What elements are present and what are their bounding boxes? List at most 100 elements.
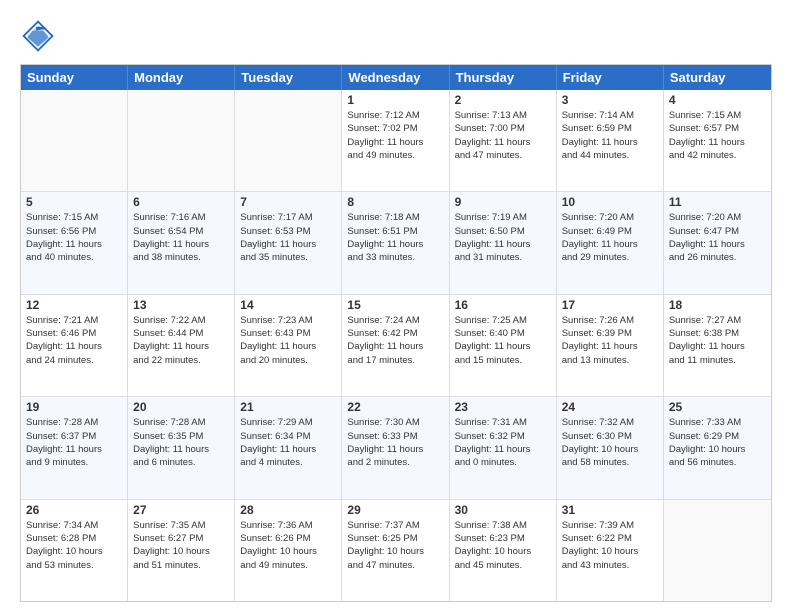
day-info: Sunrise: 7:22 AM Sunset: 6:44 PM Dayligh… [133, 314, 229, 367]
week-row-1: 1 Sunrise: 7:12 AM Sunset: 7:02 PM Daylig… [21, 90, 771, 191]
day-info: Sunrise: 7:32 AM Sunset: 6:30 PM Dayligh… [562, 416, 658, 469]
day-cell: 24 Sunrise: 7:32 AM Sunset: 6:30 PM Dayli… [557, 397, 664, 498]
day-number: 14 [240, 298, 336, 312]
week-row-4: 19 Sunrise: 7:28 AM Sunset: 6:37 PM Dayli… [21, 396, 771, 498]
calendar-weeks: 1 Sunrise: 7:12 AM Sunset: 7:02 PM Daylig… [21, 90, 771, 601]
calendar-grid: SundayMondayTuesdayWednesdayThursdayFrid… [20, 64, 772, 602]
day-number: 18 [669, 298, 766, 312]
day-info: Sunrise: 7:37 AM Sunset: 6:25 PM Dayligh… [347, 519, 443, 572]
day-header-friday: Friday [557, 65, 664, 90]
day-number: 25 [669, 400, 766, 414]
day-info: Sunrise: 7:34 AM Sunset: 6:28 PM Dayligh… [26, 519, 122, 572]
day-info: Sunrise: 7:18 AM Sunset: 6:51 PM Dayligh… [347, 211, 443, 264]
day-cell: 6 Sunrise: 7:16 AM Sunset: 6:54 PM Daylig… [128, 192, 235, 293]
day-info: Sunrise: 7:21 AM Sunset: 6:46 PM Dayligh… [26, 314, 122, 367]
day-number: 13 [133, 298, 229, 312]
day-info: Sunrise: 7:26 AM Sunset: 6:39 PM Dayligh… [562, 314, 658, 367]
day-cell: 8 Sunrise: 7:18 AM Sunset: 6:51 PM Daylig… [342, 192, 449, 293]
day-cell: 16Sunrise: 7:25 AM Sunset: 6:40 PM Dayli… [450, 295, 557, 396]
day-cell: 26 Sunrise: 7:34 AM Sunset: 6:28 PM Dayli… [21, 500, 128, 601]
day-cell: 7Sunrise: 7:17 AM Sunset: 6:53 PM Daylig… [235, 192, 342, 293]
day-cell: 13 Sunrise: 7:22 AM Sunset: 6:44 PM Dayli… [128, 295, 235, 396]
day-info: Sunrise: 7:20 AM Sunset: 6:47 PM Dayligh… [669, 211, 766, 264]
day-number: 19 [26, 400, 122, 414]
day-number: 5 [26, 195, 122, 209]
day-cell: 23Sunrise: 7:31 AM Sunset: 6:32 PM Dayli… [450, 397, 557, 498]
day-info: Sunrise: 7:12 AM Sunset: 7:02 PM Dayligh… [347, 109, 443, 162]
day-number: 3 [562, 93, 658, 107]
day-cell: 11 Sunrise: 7:20 AM Sunset: 6:47 PM Dayli… [664, 192, 771, 293]
day-cell: 30 Sunrise: 7:38 AM Sunset: 6:23 PM Dayli… [450, 500, 557, 601]
day-number: 12 [26, 298, 122, 312]
calendar-page: SundayMondayTuesdayWednesdayThursdayFrid… [0, 0, 792, 612]
day-cell: 31 Sunrise: 7:39 AM Sunset: 6:22 PM Dayli… [557, 500, 664, 601]
week-row-2: 5 Sunrise: 7:15 AM Sunset: 6:56 PM Daylig… [21, 191, 771, 293]
day-header-tuesday: Tuesday [235, 65, 342, 90]
day-cell: 27Sunrise: 7:35 AM Sunset: 6:27 PM Dayli… [128, 500, 235, 601]
day-cell: 2Sunrise: 7:13 AM Sunset: 7:00 PM Daylig… [450, 90, 557, 191]
day-cell [21, 90, 128, 191]
day-info: Sunrise: 7:27 AM Sunset: 6:38 PM Dayligh… [669, 314, 766, 367]
day-info: Sunrise: 7:20 AM Sunset: 6:49 PM Dayligh… [562, 211, 658, 264]
day-info: Sunrise: 7:29 AM Sunset: 6:34 PM Dayligh… [240, 416, 336, 469]
day-header-monday: Monday [128, 65, 235, 90]
day-number: 6 [133, 195, 229, 209]
day-header-saturday: Saturday [664, 65, 771, 90]
day-info: Sunrise: 7:39 AM Sunset: 6:22 PM Dayligh… [562, 519, 658, 572]
week-row-3: 12 Sunrise: 7:21 AM Sunset: 6:46 PM Dayli… [21, 294, 771, 396]
day-cell: 1 Sunrise: 7:12 AM Sunset: 7:02 PM Daylig… [342, 90, 449, 191]
day-cell: 19 Sunrise: 7:28 AM Sunset: 6:37 PM Dayli… [21, 397, 128, 498]
page-header [20, 18, 772, 54]
day-info: Sunrise: 7:15 AM Sunset: 6:57 PM Dayligh… [669, 109, 766, 162]
day-info: Sunrise: 7:14 AM Sunset: 6:59 PM Dayligh… [562, 109, 658, 162]
day-cell: 22Sunrise: 7:30 AM Sunset: 6:33 PM Dayli… [342, 397, 449, 498]
day-number: 1 [347, 93, 443, 107]
day-cell: 5 Sunrise: 7:15 AM Sunset: 6:56 PM Daylig… [21, 192, 128, 293]
day-cell [235, 90, 342, 191]
day-cell: 18 Sunrise: 7:27 AM Sunset: 6:38 PM Dayli… [664, 295, 771, 396]
logo [20, 18, 60, 54]
day-number: 10 [562, 195, 658, 209]
day-info: Sunrise: 7:23 AM Sunset: 6:43 PM Dayligh… [240, 314, 336, 367]
day-cell: 25 Sunrise: 7:33 AM Sunset: 6:29 PM Dayli… [664, 397, 771, 498]
day-number: 26 [26, 503, 122, 517]
day-number: 4 [669, 93, 766, 107]
day-header-wednesday: Wednesday [342, 65, 449, 90]
day-number: 30 [455, 503, 551, 517]
day-info: Sunrise: 7:35 AM Sunset: 6:27 PM Dayligh… [133, 519, 229, 572]
day-header-sunday: Sunday [21, 65, 128, 90]
day-cell: 17 Sunrise: 7:26 AM Sunset: 6:39 PM Dayli… [557, 295, 664, 396]
week-row-5: 26 Sunrise: 7:34 AM Sunset: 6:28 PM Dayli… [21, 499, 771, 601]
day-number: 8 [347, 195, 443, 209]
day-cell [664, 500, 771, 601]
day-number: 16 [455, 298, 551, 312]
day-number: 2 [455, 93, 551, 107]
day-info: Sunrise: 7:28 AM Sunset: 6:35 PM Dayligh… [133, 416, 229, 469]
day-cell: 9 Sunrise: 7:19 AM Sunset: 6:50 PM Daylig… [450, 192, 557, 293]
day-cell [128, 90, 235, 191]
day-number: 9 [455, 195, 551, 209]
day-cell: 15Sunrise: 7:24 AM Sunset: 6:42 PM Dayli… [342, 295, 449, 396]
day-number: 17 [562, 298, 658, 312]
day-info: Sunrise: 7:15 AM Sunset: 6:56 PM Dayligh… [26, 211, 122, 264]
day-cell: 28 Sunrise: 7:36 AM Sunset: 6:26 PM Dayli… [235, 500, 342, 601]
day-number: 24 [562, 400, 658, 414]
day-cell: 29Sunrise: 7:37 AM Sunset: 6:25 PM Dayli… [342, 500, 449, 601]
logo-icon [20, 18, 56, 54]
day-number: 28 [240, 503, 336, 517]
day-cell: 14 Sunrise: 7:23 AM Sunset: 6:43 PM Dayli… [235, 295, 342, 396]
day-info: Sunrise: 7:28 AM Sunset: 6:37 PM Dayligh… [26, 416, 122, 469]
day-info: Sunrise: 7:36 AM Sunset: 6:26 PM Dayligh… [240, 519, 336, 572]
day-info: Sunrise: 7:33 AM Sunset: 6:29 PM Dayligh… [669, 416, 766, 469]
day-cell: 4 Sunrise: 7:15 AM Sunset: 6:57 PM Daylig… [664, 90, 771, 191]
day-number: 31 [562, 503, 658, 517]
day-info: Sunrise: 7:31 AM Sunset: 6:32 PM Dayligh… [455, 416, 551, 469]
day-info: Sunrise: 7:38 AM Sunset: 6:23 PM Dayligh… [455, 519, 551, 572]
day-header-thursday: Thursday [450, 65, 557, 90]
day-number: 11 [669, 195, 766, 209]
day-number: 15 [347, 298, 443, 312]
day-info: Sunrise: 7:30 AM Sunset: 6:33 PM Dayligh… [347, 416, 443, 469]
day-info: Sunrise: 7:16 AM Sunset: 6:54 PM Dayligh… [133, 211, 229, 264]
day-cell: 12 Sunrise: 7:21 AM Sunset: 6:46 PM Dayli… [21, 295, 128, 396]
day-info: Sunrise: 7:19 AM Sunset: 6:50 PM Dayligh… [455, 211, 551, 264]
